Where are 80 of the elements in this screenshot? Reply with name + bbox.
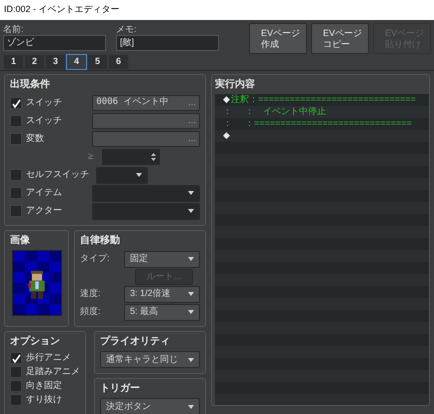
dropdown[interactable] bbox=[96, 166, 148, 184]
dropdown[interactable] bbox=[92, 202, 200, 220]
dropdown-caret-icon bbox=[188, 292, 194, 296]
page-tab[interactable]: 5 bbox=[87, 54, 108, 70]
command-line[interactable]: ： ： イベント中停止 bbox=[215, 106, 429, 118]
dropdown[interactable]: 固定 bbox=[124, 250, 200, 268]
text-field[interactable]: ゾンビ bbox=[3, 35, 106, 51]
field-label: 頻度: bbox=[80, 305, 102, 318]
command-text: ：============================== bbox=[249, 93, 416, 106]
picker-field[interactable]: … bbox=[92, 113, 200, 129]
option-label: 歩行アニメ bbox=[26, 351, 71, 364]
field-label: タイプ: bbox=[80, 252, 111, 266]
condition-label: スイッチ bbox=[26, 96, 62, 110]
option-label: 向き固定 bbox=[26, 379, 62, 392]
field-label: 速度: bbox=[80, 287, 102, 300]
panel-title: 実行内容 bbox=[215, 77, 256, 92]
dropdown-caret-icon bbox=[188, 404, 194, 408]
dropdown-caret-icon bbox=[188, 257, 194, 261]
option-label: 足踏みアニメ bbox=[26, 365, 80, 378]
dropdown[interactable]: 5: 最高 bbox=[124, 304, 200, 320]
dropdown-caret-icon bbox=[188, 358, 194, 362]
browse-button[interactable]: … bbox=[188, 133, 196, 145]
checkbox[interactable] bbox=[10, 97, 22, 109]
page-button[interactable]: EVページ 作成 bbox=[249, 23, 307, 54]
dropdown-caret-icon bbox=[136, 173, 142, 177]
dropdown[interactable] bbox=[92, 184, 200, 202]
dropdown[interactable]: 3: 1/2倍速 bbox=[124, 286, 200, 302]
command-marker: ◆ bbox=[223, 129, 231, 142]
checkbox[interactable] bbox=[10, 352, 22, 364]
browse-button[interactable]: … bbox=[188, 97, 196, 109]
command-text: ：============================== bbox=[244, 117, 412, 130]
condition-label: アクター bbox=[26, 204, 62, 218]
condition-label: スイッチ bbox=[26, 114, 62, 128]
dropdown-caret-icon bbox=[188, 191, 194, 195]
page-tab[interactable]: 6 bbox=[108, 54, 129, 70]
number-field[interactable] bbox=[102, 149, 160, 165]
checkbox[interactable] bbox=[10, 133, 22, 145]
panel-title: 画像 bbox=[10, 234, 31, 248]
panel-title: オプション bbox=[10, 334, 61, 349]
page-tab[interactable]: 3 bbox=[45, 54, 66, 70]
browse-button[interactable]: … bbox=[188, 115, 196, 127]
spinner-icon[interactable] bbox=[150, 152, 156, 162]
checkbox[interactable] bbox=[10, 115, 22, 127]
command-label: 注釈 bbox=[231, 93, 250, 106]
checkbox[interactable] bbox=[10, 366, 22, 378]
checkbox[interactable] bbox=[10, 380, 22, 392]
command-marker: ◆ bbox=[223, 93, 231, 106]
text-field[interactable]: [敵] bbox=[116, 35, 219, 51]
panel-title: トリガー bbox=[100, 382, 141, 396]
field-label: 名前: bbox=[3, 23, 25, 35]
page-tab[interactable]: 4 bbox=[66, 54, 87, 70]
command-line[interactable]: ◆注釈：============================== bbox=[215, 94, 429, 106]
dropdown[interactable]: 決定ボタン bbox=[100, 398, 200, 414]
picker-field[interactable]: … bbox=[92, 131, 200, 147]
panel-title: プライオリティ bbox=[100, 334, 171, 349]
condition-label: 変数 bbox=[26, 132, 44, 146]
condition-label: アイテム bbox=[26, 186, 62, 200]
checkbox[interactable] bbox=[10, 169, 22, 181]
command-line[interactable]: ◆ bbox=[215, 130, 429, 142]
page-button[interactable]: EVページ コピー bbox=[311, 23, 369, 54]
command-text: ： イベント中停止 bbox=[244, 105, 326, 118]
window-title: ID:002 - イベントエディター bbox=[4, 3, 120, 16]
panel-title: 自律移動 bbox=[80, 234, 121, 248]
panel-title: 出現条件 bbox=[10, 78, 51, 92]
compare-symbol: ≥ bbox=[88, 150, 93, 164]
command-marker: ： bbox=[223, 117, 232, 130]
command-line[interactable]: ： ：============================== bbox=[215, 118, 429, 130]
dropdown-caret-icon bbox=[188, 209, 194, 213]
dropdown-caret-icon bbox=[188, 310, 194, 314]
option-label: すり抜け bbox=[26, 393, 62, 406]
picker-field[interactable]: 0006 イベント中 … bbox=[92, 95, 200, 111]
command-marker: ： bbox=[223, 105, 232, 118]
checkbox[interactable] bbox=[10, 205, 22, 217]
dropdown[interactable]: 通常キャラと同じ bbox=[100, 351, 200, 368]
checkbox[interactable] bbox=[10, 394, 22, 406]
page-tab[interactable]: 1 bbox=[3, 54, 24, 70]
checkbox[interactable] bbox=[10, 187, 22, 199]
condition-label: セルフスイッチ bbox=[26, 168, 89, 182]
page-tab[interactable]: 2 bbox=[24, 54, 45, 70]
field-label: メモ: bbox=[116, 23, 138, 35]
